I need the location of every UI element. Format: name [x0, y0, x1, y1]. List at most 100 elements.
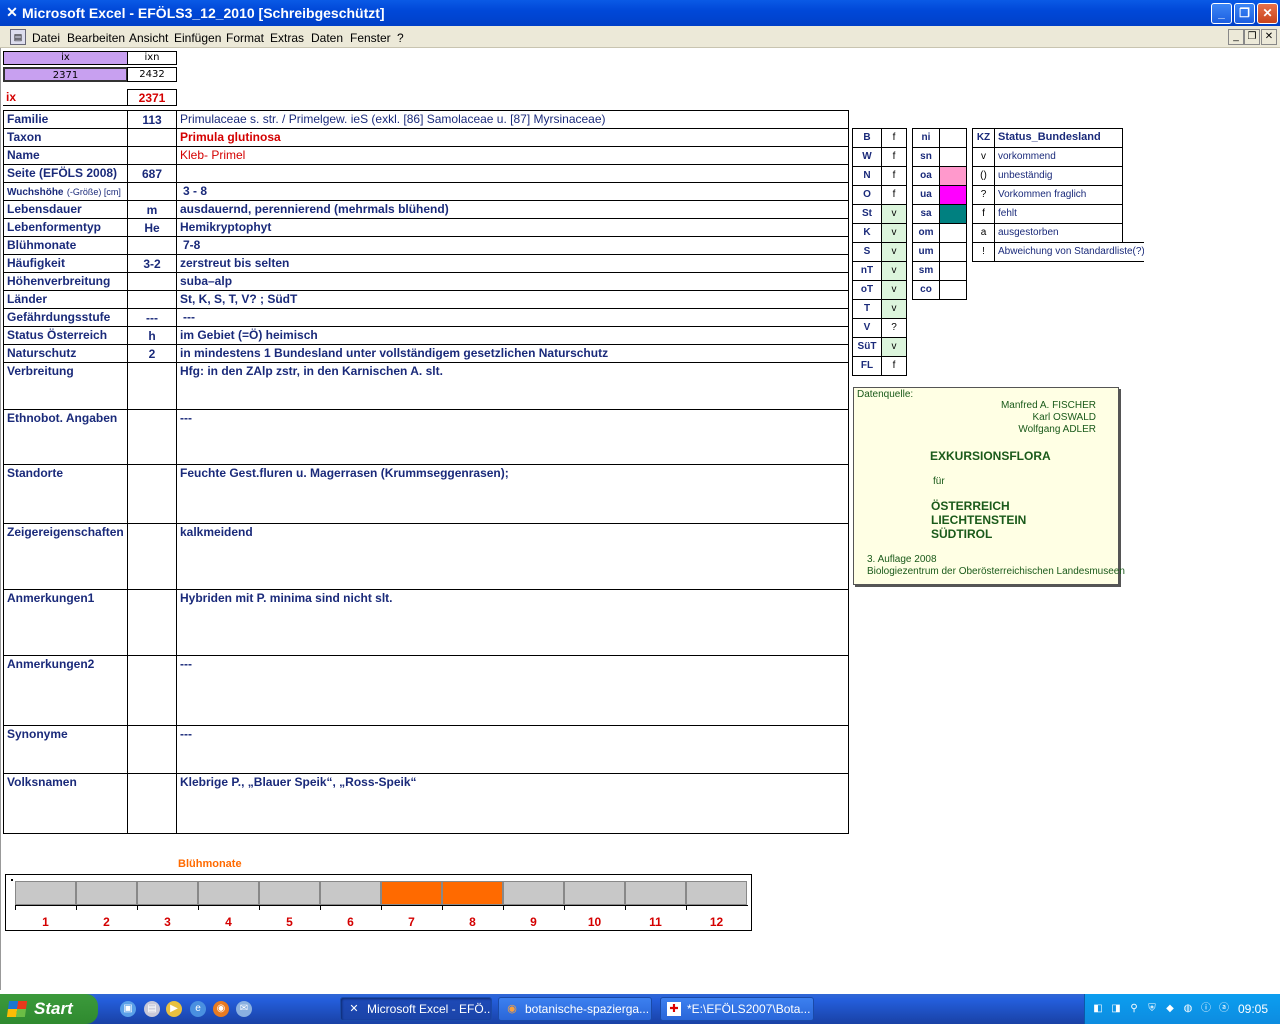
row-value-laender[interactable]: St, K, S, T, V? ; SüdT [176, 290, 849, 309]
explorer-icon[interactable]: ▤ [144, 1001, 160, 1017]
row-code-anmerkungen1[interactable] [127, 589, 177, 656]
firefox-icon[interactable]: ◉ [213, 1001, 229, 1017]
task-firefox[interactable]: ◉ botanische-spazierga... [498, 997, 652, 1021]
row-code-bluehmonate[interactable] [127, 236, 177, 255]
restore-button[interactable]: ❐ [1234, 3, 1255, 24]
row-value-familie[interactable]: Primulaceae s. str. / Primelgew. ieS (ex… [176, 110, 849, 129]
row-value-bluehmonate[interactable]: 7-8 [176, 236, 849, 255]
row-code-hoehenverbreitung[interactable] [127, 272, 177, 291]
row-code-taxon[interactable] [127, 128, 177, 147]
row-value-naturschutz[interactable]: in mindestens 1 Bundesland unter vollstä… [176, 344, 849, 363]
update-icon[interactable]: ◍ [1181, 1002, 1195, 1016]
row-code-zeigereigenschaften[interactable] [127, 523, 177, 590]
ix-value-cell[interactable]: 2371 [3, 67, 128, 82]
zone-color-sa[interactable] [939, 204, 967, 224]
info-icon[interactable]: ⓘ [1199, 1002, 1213, 1016]
menu-format[interactable]: Format [226, 31, 264, 45]
doc-close-button[interactable]: ✕ [1261, 29, 1277, 45]
row-value-synonyme[interactable]: --- [176, 725, 849, 774]
media-player-icon[interactable]: ▶ [166, 1001, 182, 1017]
zone-color-sn[interactable] [939, 147, 967, 167]
state-value-ot[interactable]: v [881, 280, 907, 300]
ie-icon[interactable]: e [190, 1001, 206, 1017]
state-value-w[interactable]: f [881, 147, 907, 167]
menu-ansicht[interactable]: Ansicht [129, 31, 168, 45]
state-value-t[interactable]: v [881, 299, 907, 319]
row-value-verbreitung[interactable]: Hfg: in den ZAlp zstr, in den Karnischen… [176, 362, 849, 410]
state-value-k[interactable]: v [881, 223, 907, 243]
row-code-status-oesterreich[interactable]: h [127, 326, 177, 345]
menu-help[interactable]: ? [397, 31, 404, 45]
outlook-icon[interactable]: ✉ [236, 1001, 252, 1017]
row-code-lebenformentyp[interactable]: He [127, 218, 177, 237]
state-value-suet[interactable]: v [881, 337, 907, 357]
task-editor[interactable]: ✚ *E:\EFÖLS2007\Bota... [660, 997, 814, 1021]
menu-datei[interactable]: Datei [32, 31, 60, 45]
row-code-seite-efoels-2008[interactable]: 687 [127, 164, 177, 183]
worksheet[interactable]: ix ixn 2371 2432 ix 2371 Familie 113 Primu… [0, 48, 1280, 990]
row-code-naturschutz[interactable]: 2 [127, 344, 177, 363]
task-excel[interactable]: ✕ Microsoft Excel - EFÖ... [340, 997, 492, 1021]
row-code-standorte[interactable] [127, 464, 177, 524]
menu-daten[interactable]: Daten [311, 31, 343, 45]
zone-color-om[interactable] [939, 223, 967, 243]
zone-color-ni[interactable] [939, 128, 967, 148]
state-value-n[interactable]: f [881, 166, 907, 186]
row-code-lebensdauer[interactable]: m [127, 200, 177, 219]
row-code-anmerkungen2[interactable] [127, 655, 177, 726]
row-value-status-oesterreich[interactable]: im Gebiet (=Ö) heimisch [176, 326, 849, 345]
row-value-lebenformentyp[interactable]: Hemikryptophyt [176, 218, 849, 237]
row-code-laender[interactable] [127, 290, 177, 309]
state-value-fl[interactable]: f [881, 356, 907, 376]
menu-einfuegen[interactable]: Einfügen [174, 31, 221, 45]
row-code-verbreitung[interactable] [127, 362, 177, 410]
row-value-anmerkungen1[interactable]: Hybriden mit P. minima sind nicht slt. [176, 589, 849, 656]
row-code-ethnobot-angaben[interactable] [127, 409, 177, 465]
state-value-o[interactable]: f [881, 185, 907, 205]
state-value-nt[interactable]: v [881, 261, 907, 281]
zone-color-ua[interactable] [939, 185, 967, 205]
row-value-haeufigkeit[interactable]: zerstreut bis selten [176, 254, 849, 273]
row-code-volksnamen[interactable] [127, 773, 177, 834]
row-code-synonyme[interactable] [127, 725, 177, 774]
ixn-value-cell[interactable]: 2432 [127, 67, 177, 82]
security-icon[interactable]: ⛨ [1145, 1002, 1159, 1016]
volume-icon[interactable]: ◨ [1109, 1002, 1123, 1016]
row-value-taxon[interactable]: Primula glutinosa [176, 128, 849, 147]
row-value-name[interactable]: Kleb- Primel [176, 146, 849, 165]
row-code-familie[interactable]: 113 [127, 110, 177, 129]
shield-icon[interactable]: ◆ [1163, 1002, 1177, 1016]
menu-fenster[interactable]: Fenster [350, 31, 391, 45]
row-value-wuchshoehe[interactable]: 3 - 8 [176, 182, 849, 201]
row-value-gefaehrdungsstufe[interactable]: --- [176, 308, 849, 327]
document-icon[interactable]: ▤ [10, 29, 26, 45]
row-value-volksnamen[interactable]: Klebrige P., „Blauer Speik“, „Ross-Speik… [176, 773, 849, 834]
close-button[interactable]: ✕ [1257, 3, 1278, 24]
search-icon[interactable]: ⚲ [1127, 1002, 1141, 1016]
menu-extras[interactable]: Extras [270, 31, 304, 45]
zone-color-sm[interactable] [939, 261, 967, 281]
row-code-haeufigkeit[interactable]: 3-2 [127, 254, 177, 273]
antivirus-icon[interactable]: ⓐ [1217, 1002, 1231, 1016]
state-value-st[interactable]: v [881, 204, 907, 224]
ix-header[interactable]: ix [3, 51, 128, 65]
row-value-seite-efoels-2008[interactable] [176, 164, 849, 183]
row-code-gefaehrdungsstufe[interactable]: --- [127, 308, 177, 327]
row-code-wuchshoehe[interactable] [127, 182, 177, 201]
ixn-header[interactable]: ixn [127, 51, 177, 65]
network-icon[interactable]: ◧ [1091, 1002, 1105, 1016]
doc-restore-button[interactable]: ❐ [1244, 29, 1260, 45]
ix-value[interactable]: 2371 [127, 89, 177, 106]
row-value-standorte[interactable]: Feuchte Gest.fluren u. Magerrasen (Krumm… [176, 464, 849, 524]
excel-icon[interactable]: ✕ [4, 4, 20, 20]
row-value-ethnobot-angaben[interactable]: --- [176, 409, 849, 465]
zone-color-um[interactable] [939, 242, 967, 262]
row-value-hoehenverbreitung[interactable]: suba–alp [176, 272, 849, 291]
zone-color-oa[interactable] [939, 166, 967, 186]
menu-bearbeiten[interactable]: Bearbeiten [67, 31, 125, 45]
state-value-b[interactable]: f [881, 128, 907, 148]
state-value-v[interactable]: ? [881, 318, 907, 338]
doc-minimize-button[interactable]: _ [1228, 29, 1244, 45]
desktop-icon[interactable]: ▣ [120, 1001, 136, 1017]
zone-color-co[interactable] [939, 280, 967, 300]
